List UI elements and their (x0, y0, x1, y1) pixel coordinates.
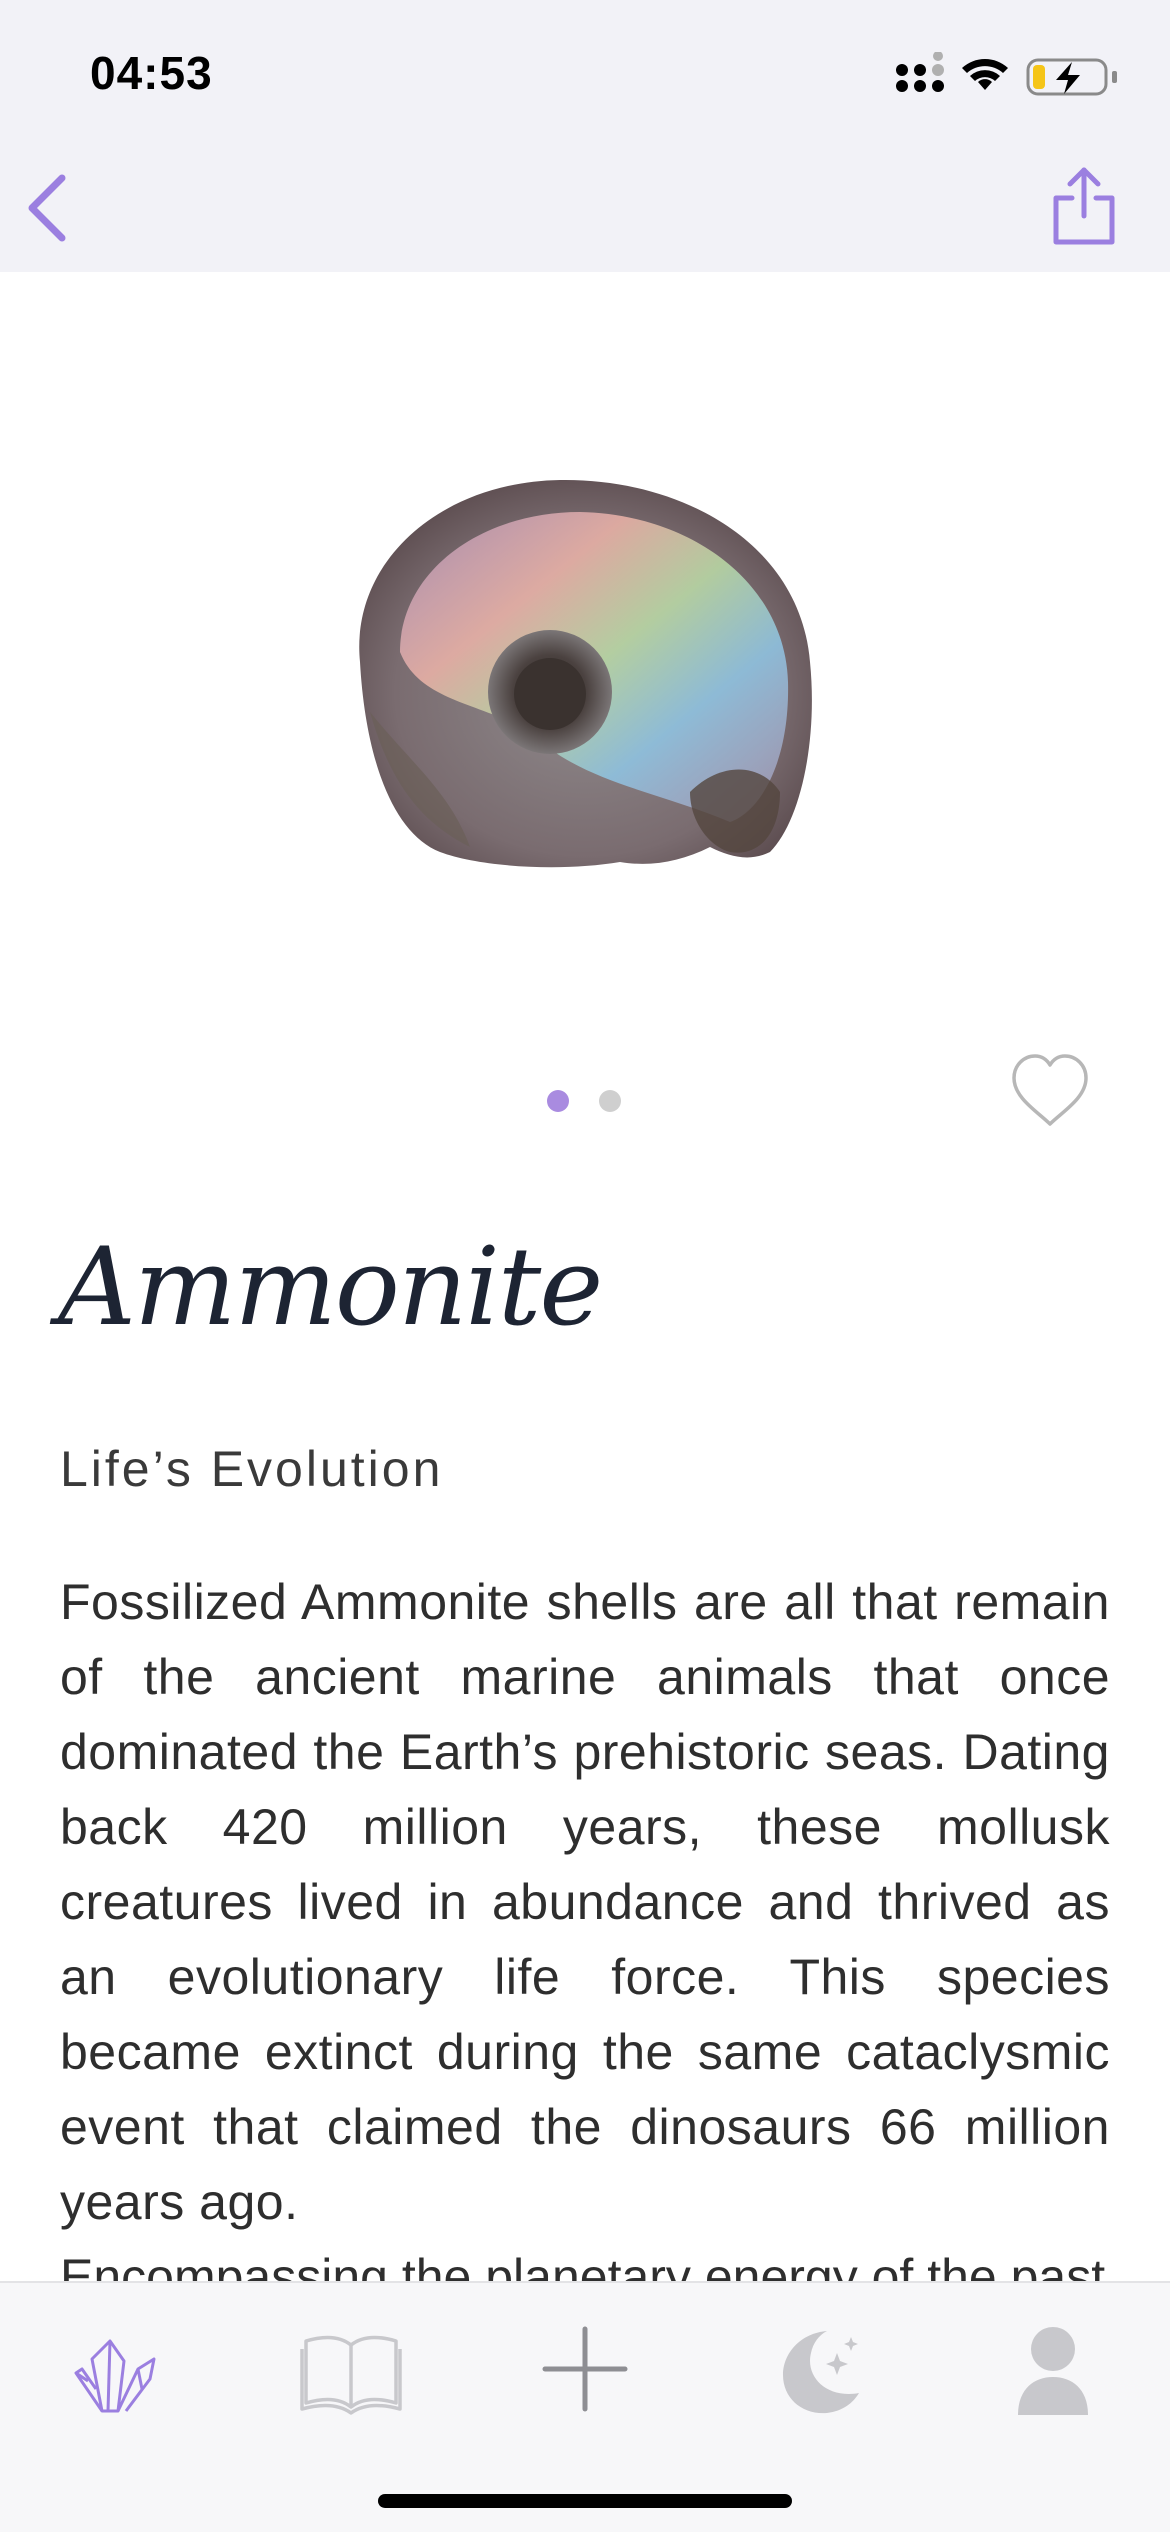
plus-icon (542, 2326, 628, 2412)
tab-moon[interactable] (765, 2319, 875, 2419)
stone-tagline: Life’s Evolution (60, 1441, 444, 1497)
stone-image-carousel[interactable] (0, 272, 1170, 1152)
tab-add[interactable] (530, 2319, 640, 2419)
profile-icon (1018, 2327, 1088, 2415)
status-bar: 04:53 (0, 0, 1170, 132)
stone-name: Ammonite (58, 1225, 603, 1350)
page-dot[interactable] (599, 1090, 621, 1112)
chevron-left-icon (28, 174, 66, 242)
wifi-icon (962, 59, 1008, 90)
crystal-icon (74, 2339, 156, 2413)
page-dot-active[interactable] (547, 1090, 569, 1112)
ammonite-fossil-image (359, 479, 812, 868)
share-button[interactable] (1046, 164, 1122, 248)
battery-charging-icon (1026, 58, 1117, 96)
moon-stars-icon (783, 2331, 859, 2414)
cellular-signal-icon (896, 52, 944, 92)
status-icons (896, 52, 1117, 96)
stone-description: Fossilized Ammonite shells are all that … (60, 1574, 1110, 2230)
carousel-page-indicator (0, 1080, 1170, 1120)
tab-profile[interactable] (998, 2319, 1108, 2419)
home-indicator (378, 2494, 792, 2508)
favorite-button[interactable] (1008, 1050, 1092, 1134)
tab-guide[interactable] (296, 2319, 406, 2419)
status-time: 04:53 (90, 47, 213, 99)
share-icon (1053, 167, 1115, 245)
navigation-bar (0, 132, 1170, 272)
back-button[interactable] (16, 168, 86, 248)
tab-crystals[interactable] (62, 2319, 172, 2419)
book-icon (300, 2335, 402, 2415)
heart-icon (1012, 1054, 1088, 1126)
